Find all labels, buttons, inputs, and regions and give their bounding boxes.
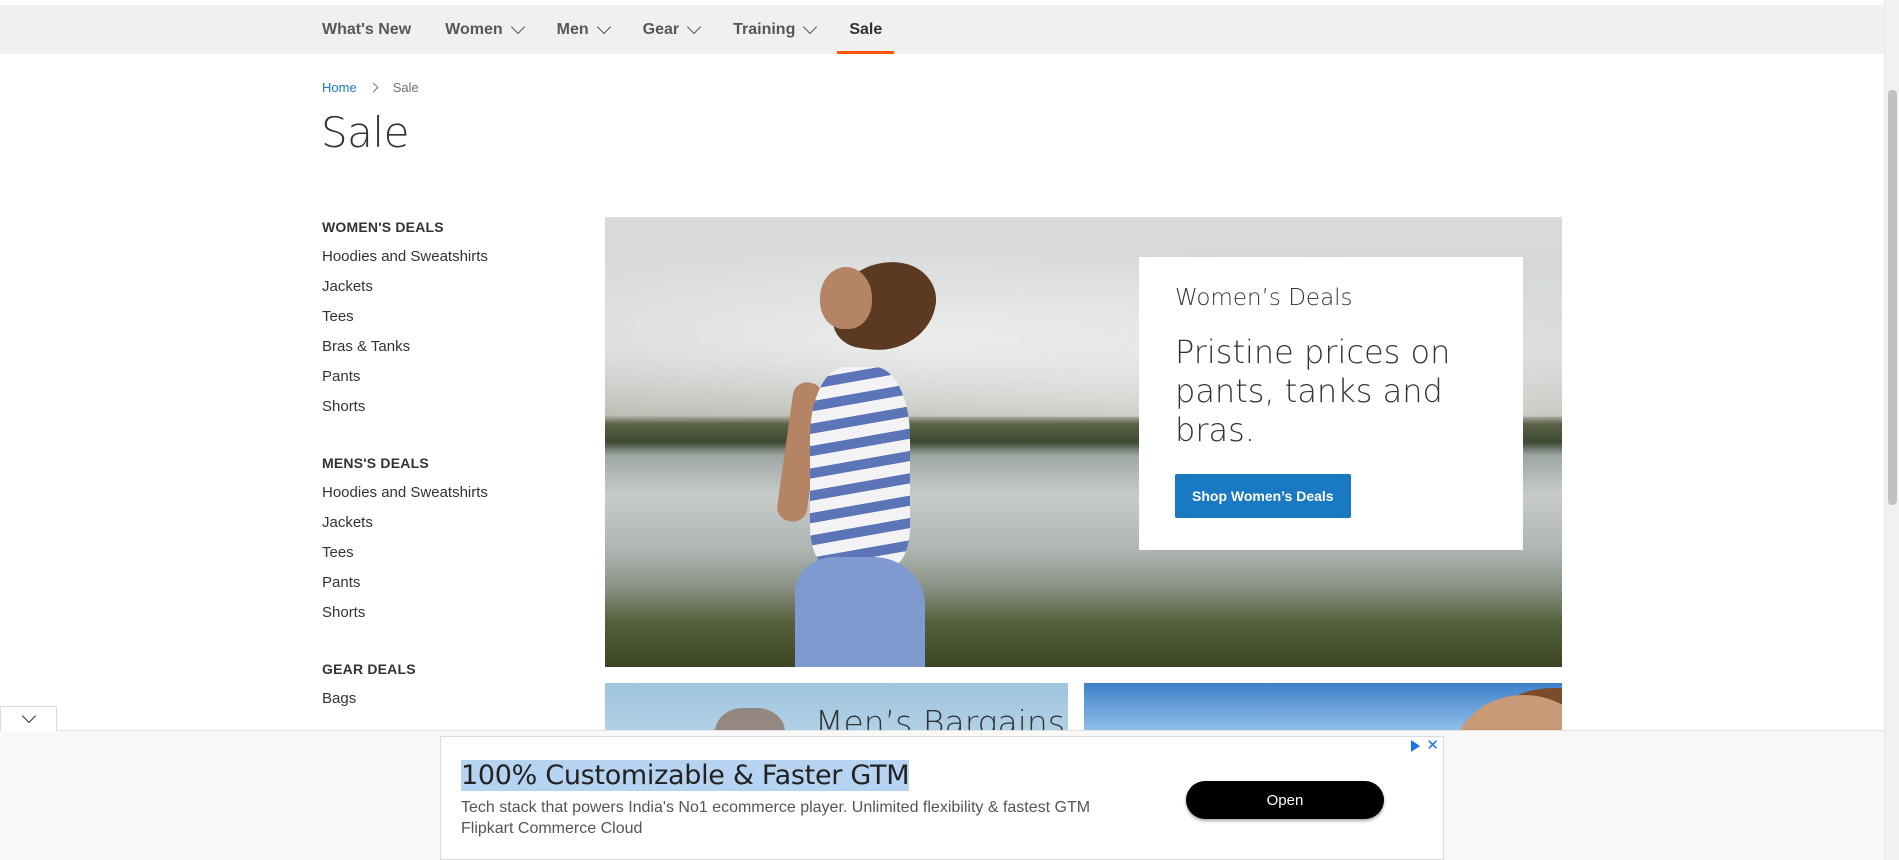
nav-item-women[interactable]: Women — [445, 5, 525, 54]
page-title: Sale — [321, 108, 409, 157]
nav-item-label: Training — [733, 20, 796, 38]
nav-item-whats-new[interactable]: What's New — [322, 5, 411, 54]
womens-deals-banner[interactable]: Women’s Deals Pristine prices on pants, … — [605, 217, 1562, 667]
main-navigation: What's New Women Men Gear Training Sale — [0, 5, 1884, 54]
nav-item-label: What's New — [322, 20, 412, 38]
sidebar-link-womens-tees[interactable]: Tees — [322, 307, 552, 337]
runner-tank-top — [810, 367, 910, 567]
sidebar-link-gear-bags[interactable]: Bags — [322, 689, 552, 719]
chevron-down-icon — [596, 19, 611, 35]
runner-leggings — [795, 557, 925, 667]
mens-deals-group: MENS'S DEALS Hoodies and Sweatshirts Jac… — [322, 453, 552, 633]
sidebar-link-womens-hoodies[interactable]: Hoodies and Sweatshirts — [322, 247, 552, 277]
close-icon[interactable]: ✕ — [1426, 738, 1439, 753]
ad-body-line: Tech stack that powers India's No1 ecomm… — [461, 799, 1091, 816]
nav-item-label: Men — [556, 20, 589, 38]
womens-deals-group: WOMEN'S DEALS Hoodies and Sweatshirts Ja… — [322, 217, 552, 427]
ad-title: 100% Customizable & Faster GTM — [461, 760, 910, 791]
sidebar-link-womens-shorts[interactable]: Shorts — [322, 397, 552, 427]
gear-deals-heading: GEAR DEALS — [322, 661, 416, 677]
sidebar-link-mens-pants[interactable]: Pants — [322, 573, 552, 603]
sidebar-link-mens-hoodies[interactable]: Hoodies and Sweatshirts — [322, 483, 552, 513]
banner-headline: Pristine prices on pants, tanks and bras… — [1175, 333, 1451, 449]
sidebar-link-womens-bras-tanks[interactable]: Bras & Tanks — [322, 337, 552, 367]
breadcrumb-home-link[interactable]: Home — [322, 80, 357, 95]
womens-deals-heading: WOMEN'S DEALS — [322, 219, 444, 235]
collapse-ad-button[interactable] — [0, 706, 57, 731]
sale-sidebar: WOMEN'S DEALS Hoodies and Sweatshirts Ja… — [322, 217, 552, 745]
sidebar-link-mens-jackets[interactable]: Jackets — [322, 513, 552, 543]
nav-item-label: Gear — [642, 20, 680, 38]
sidebar-link-mens-shorts[interactable]: Shorts — [322, 603, 552, 633]
ad-choices-icon[interactable] — [1408, 739, 1422, 753]
nav-item-label: Sale — [849, 20, 883, 38]
page-scrollbar[interactable] — [1884, 0, 1899, 860]
ad-choices: ✕ — [1408, 738, 1439, 753]
scrollbar-thumb[interactable] — [1888, 90, 1897, 505]
chevron-right-icon — [368, 82, 379, 93]
chevron-down-icon — [21, 708, 36, 724]
sidebar-link-womens-pants[interactable]: Pants — [322, 367, 552, 397]
chevron-down-icon — [510, 19, 525, 35]
nav-item-training[interactable]: Training — [733, 5, 818, 54]
sidebar-link-womens-jackets[interactable]: Jackets — [322, 277, 552, 307]
gear-deals-group: GEAR DEALS Bags — [322, 659, 552, 719]
ad-choices-triangle — [1410, 740, 1420, 752]
nav-list: What's New Women Men Gear Training Sale — [322, 5, 916, 54]
nav-item-sale[interactable]: Sale — [837, 5, 895, 54]
chevron-down-icon — [687, 19, 702, 35]
ad-advertiser: Flipkart Commerce Cloud — [461, 820, 643, 837]
sidebar-link-mens-tees[interactable]: Tees — [322, 543, 552, 573]
breadcrumb-current: Sale — [392, 80, 419, 95]
runner-head — [820, 267, 872, 329]
nav-item-label: Women — [445, 20, 503, 38]
mens-deals-heading: MENS'S DEALS — [322, 455, 429, 471]
chevron-down-icon — [803, 19, 818, 35]
runner-image — [765, 254, 945, 667]
nav-item-men[interactable]: Men — [556, 5, 611, 54]
shop-womens-deals-button[interactable]: Shop Women’s Deals — [1175, 474, 1351, 518]
breadcrumb: Home Sale — [322, 80, 419, 95]
nav-item-gear[interactable]: Gear — [642, 5, 702, 54]
ad-open-button[interactable]: Open — [1186, 781, 1384, 819]
banner-card: Women’s Deals Pristine prices on pants, … — [1139, 257, 1523, 550]
ad-body: Tech stack that powers India's No1 ecomm… — [461, 797, 1161, 839]
ad-banner[interactable]: 100% Customizable & Faster GTM Tech stac… — [440, 736, 1444, 860]
banner-eyebrow: Women’s Deals — [1175, 285, 1353, 311]
